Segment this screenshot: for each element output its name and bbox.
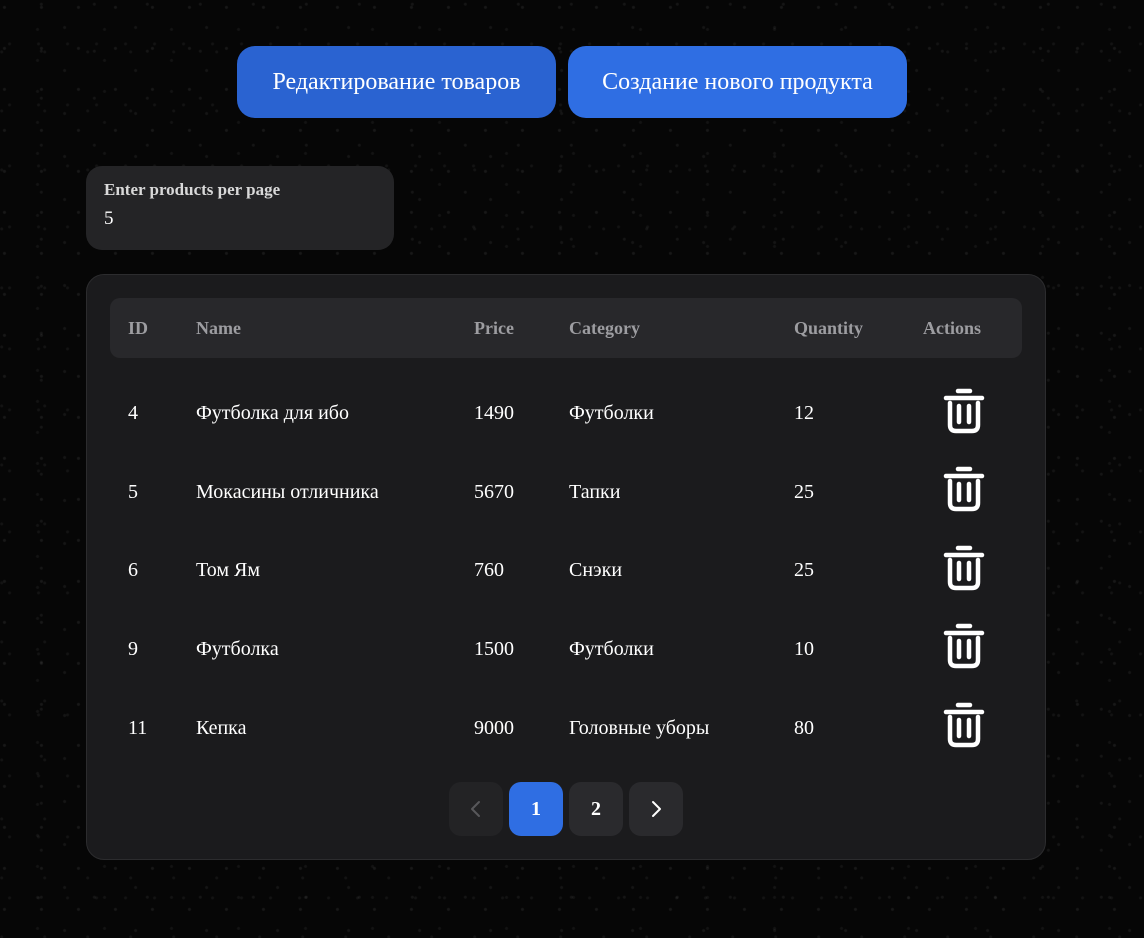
trash-icon (943, 467, 984, 512)
cell-category: Футболки (569, 402, 654, 424)
cell-name: Футболка для ибо (196, 402, 349, 424)
cell-price: 1490 (474, 402, 514, 424)
cell-actions (905, 358, 1022, 453)
chevron-right-icon (652, 801, 661, 817)
cell-name: Кепка (196, 716, 247, 739)
table-header-row: ID Name Price Category Quantity Actions (110, 298, 1022, 358)
delete-button[interactable] (943, 387, 985, 435)
products-table: ID Name Price Category Quantity Actions … (110, 298, 1022, 767)
cell-category: Снэки (569, 559, 623, 582)
table-row: 6 Том Ям 760 Снэки 25 (110, 532, 1022, 611)
cell-actions (905, 532, 1022, 611)
chevron-left-icon (471, 801, 480, 817)
cell-id: 11 (128, 716, 148, 739)
cell-quantity: 25 (794, 480, 814, 503)
table-row: 5 Мокасины отличника 5670 Тапки 25 (110, 453, 1022, 532)
cell-id: 6 (128, 559, 138, 582)
column-header-quantity: Quantity (776, 298, 905, 358)
pagination: 1 2 (87, 782, 1045, 836)
create-product-button[interactable]: Создание нового продукта (568, 46, 907, 118)
cell-category: Головные уборы (569, 716, 710, 739)
cell-name: Футболка (196, 637, 279, 660)
top-nav: Редактирование товаров Создание нового п… (0, 46, 1144, 118)
page-button-2[interactable]: 2 (569, 782, 623, 836)
column-header-category: Category (551, 298, 776, 358)
table-row: 4 Футболка для ибо 1490 Футболки 12 (110, 358, 1022, 453)
cell-price: 9000 (474, 716, 514, 739)
per-page-label: Enter products per page (104, 180, 281, 199)
column-header-actions: Actions (905, 298, 1022, 358)
cell-quantity: 80 (794, 716, 814, 739)
delete-button[interactable] (943, 544, 985, 592)
delete-button[interactable] (943, 465, 985, 513)
delete-button[interactable] (943, 701, 985, 749)
cell-id: 9 (128, 637, 138, 660)
edit-products-button[interactable]: Редактирование товаров (237, 46, 556, 118)
column-header-id: ID (110, 298, 178, 358)
cell-actions (905, 689, 1022, 768)
cell-name: Том Ям (196, 559, 260, 582)
next-page-button[interactable] (629, 782, 683, 836)
trash-icon (943, 624, 984, 669)
page-button-1[interactable]: 1 (509, 782, 563, 836)
trash-icon (943, 388, 984, 433)
cell-quantity: 12 (794, 402, 814, 424)
delete-button[interactable] (943, 622, 985, 670)
products-table-panel: ID Name Price Category Quantity Actions … (86, 274, 1046, 860)
per-page-input[interactable] (104, 208, 364, 230)
cell-price: 5670 (474, 480, 514, 503)
cell-quantity: 25 (794, 559, 814, 582)
prev-page-button[interactable] (449, 782, 503, 836)
cell-id: 4 (128, 402, 138, 424)
cell-quantity: 10 (794, 637, 814, 660)
cell-actions (905, 453, 1022, 532)
column-header-name: Name (178, 298, 456, 358)
cell-actions (905, 610, 1022, 689)
cell-price: 1500 (474, 637, 514, 660)
cell-category: Тапки (569, 480, 621, 503)
per-page-field: Enter products per page (86, 166, 394, 250)
cell-name: Мокасины отличника (196, 480, 379, 503)
cell-price: 760 (474, 559, 504, 582)
table-row: 11 Кепка 9000 Головные уборы 80 (110, 689, 1022, 768)
table-row: 9 Футболка 1500 Футболки 10 (110, 610, 1022, 689)
trash-icon (943, 545, 984, 591)
trash-icon (943, 702, 984, 748)
cell-id: 5 (128, 480, 138, 503)
column-header-price: Price (456, 298, 551, 358)
cell-category: Футболки (569, 637, 654, 660)
